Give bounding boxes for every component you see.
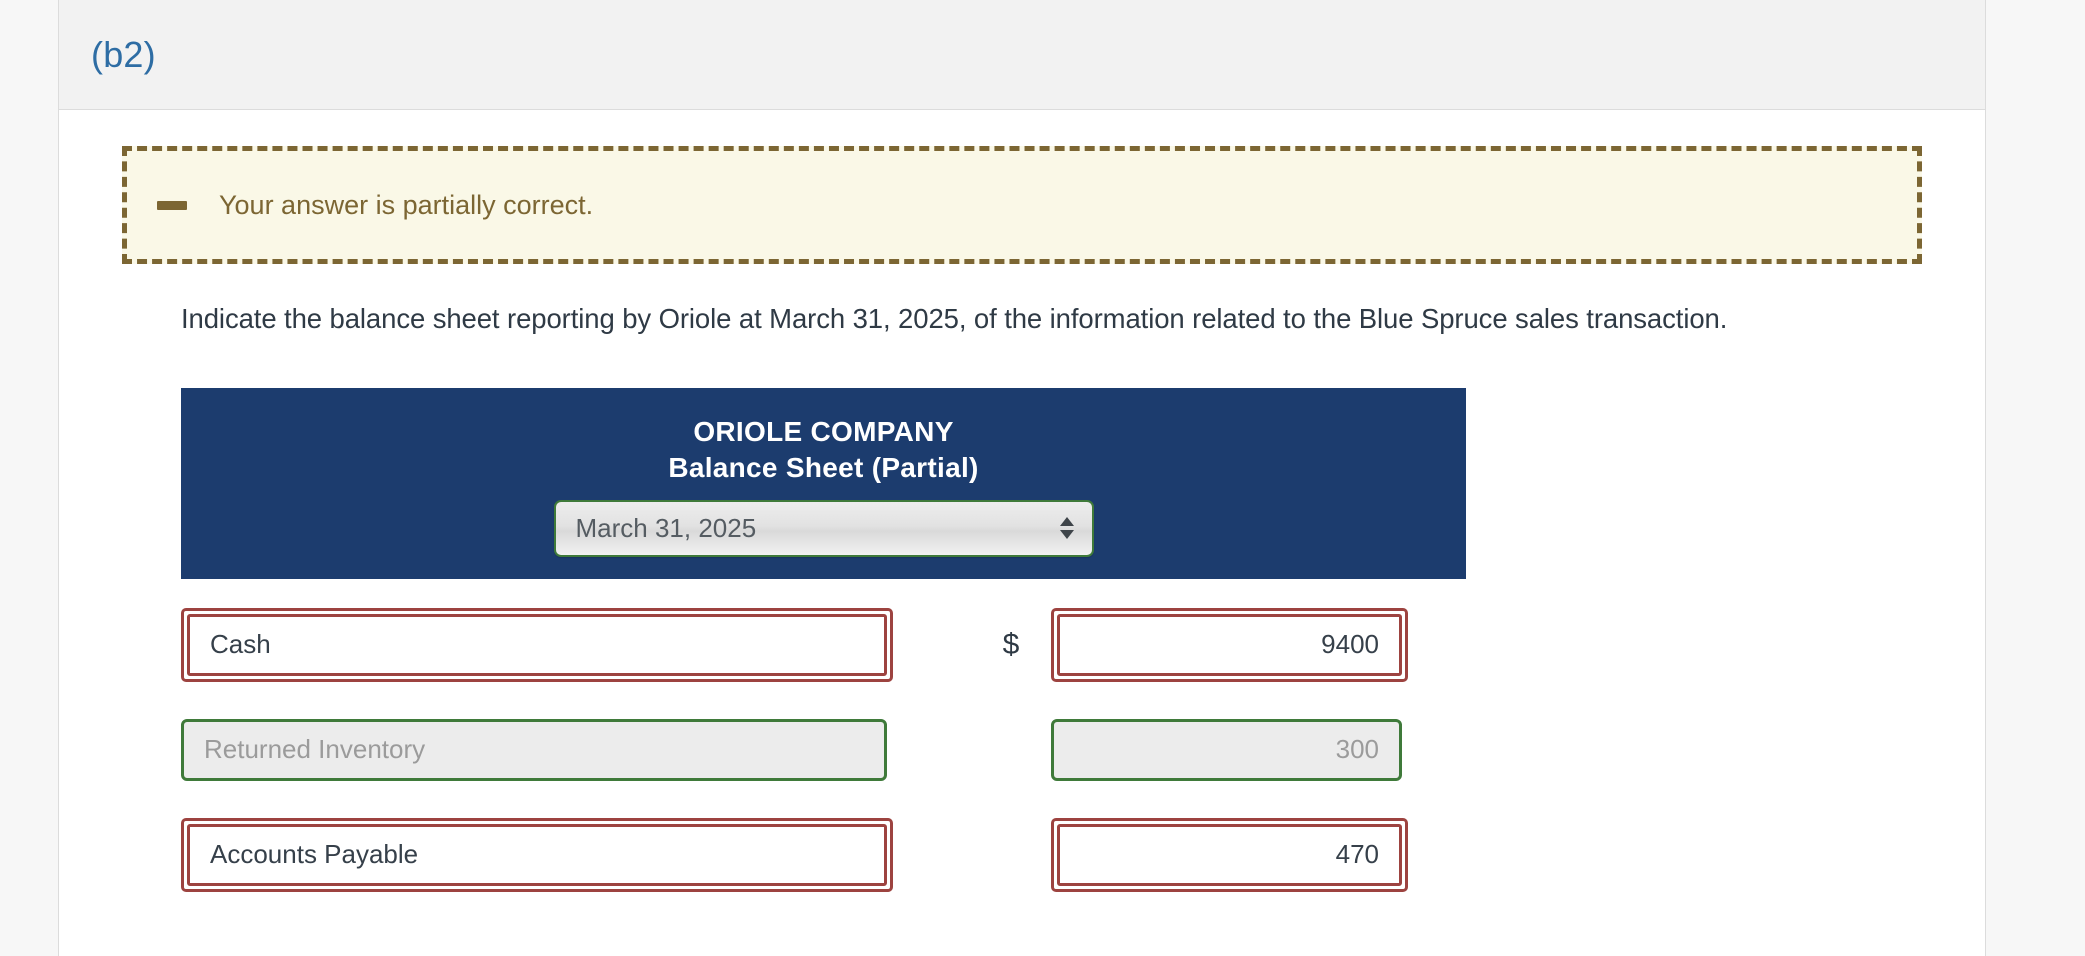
- balance-sheet-statement: ORIOLE COMPANY Balance Sheet (Partial) M…: [181, 388, 1466, 920]
- statement-subtitle: Balance Sheet (Partial): [668, 451, 979, 483]
- table-row: Accounts Payable 470: [181, 815, 1466, 895]
- amount-cell: 9400: [1051, 607, 1408, 682]
- chevron-up-icon: [1059, 517, 1074, 527]
- instruction-text: Indicate the balance sheet reporting by …: [181, 303, 1728, 334]
- table-row: Returned Inventory 300: [181, 710, 1466, 790]
- minus-icon: [157, 200, 187, 210]
- amount-field-wrap-2: 300: [1051, 718, 1402, 781]
- statement-company-name: ORIOLE COMPANY: [693, 416, 954, 447]
- account-input-2[interactable]: Returned Inventory: [181, 718, 887, 781]
- amount-field-wrap-3: 470: [1051, 817, 1408, 892]
- statement-date-select[interactable]: March 31, 2025: [553, 499, 1094, 557]
- chevron-down-icon: [1059, 530, 1074, 540]
- account-field-wrap-1: Cash: [181, 607, 893, 682]
- account-input-3[interactable]: Accounts Payable: [187, 823, 887, 886]
- amount-cell: 300: [1051, 718, 1402, 781]
- status-alert-message: Your answer is partially correct.: [219, 189, 594, 220]
- currency-cell: $: [971, 628, 1051, 662]
- amount-cell: 470: [1051, 817, 1408, 892]
- account-field-wrap-3: Accounts Payable: [181, 817, 893, 892]
- statement-header: ORIOLE COMPANY Balance Sheet (Partial) M…: [181, 388, 1466, 579]
- table-row: Cash $ 9400: [181, 605, 1466, 685]
- statement-date-select-value: March 31, 2025: [575, 512, 757, 543]
- amount-input-2[interactable]: 300: [1051, 718, 1402, 781]
- currency-symbol: $: [1002, 627, 1020, 661]
- account-field-wrap-2: Returned Inventory: [181, 718, 887, 781]
- amount-input-1[interactable]: 9400: [1057, 613, 1402, 676]
- account-input-1[interactable]: Cash: [187, 613, 887, 676]
- amount-field-wrap-1: 9400: [1051, 607, 1408, 682]
- page-root: (b2) Your answer is partially correct. I…: [0, 0, 2085, 956]
- account-cell: Returned Inventory: [181, 718, 971, 781]
- section-header: (b2): [59, 0, 1985, 110]
- spinner-arrows-icon: [1059, 517, 1074, 540]
- account-cell: Accounts Payable: [181, 817, 971, 892]
- amount-input-3[interactable]: 470: [1057, 823, 1402, 886]
- statement-rows: Cash $ 9400 Returned Inventory 300 Accou…: [181, 605, 1466, 895]
- statement-date-select-wrap: March 31, 2025: [181, 499, 1466, 557]
- content-card: (b2) Your answer is partially correct. I…: [58, 0, 1986, 956]
- page-title: (b2): [91, 33, 156, 75]
- account-cell: Cash: [181, 607, 971, 682]
- status-alert: Your answer is partially correct.: [122, 146, 1922, 264]
